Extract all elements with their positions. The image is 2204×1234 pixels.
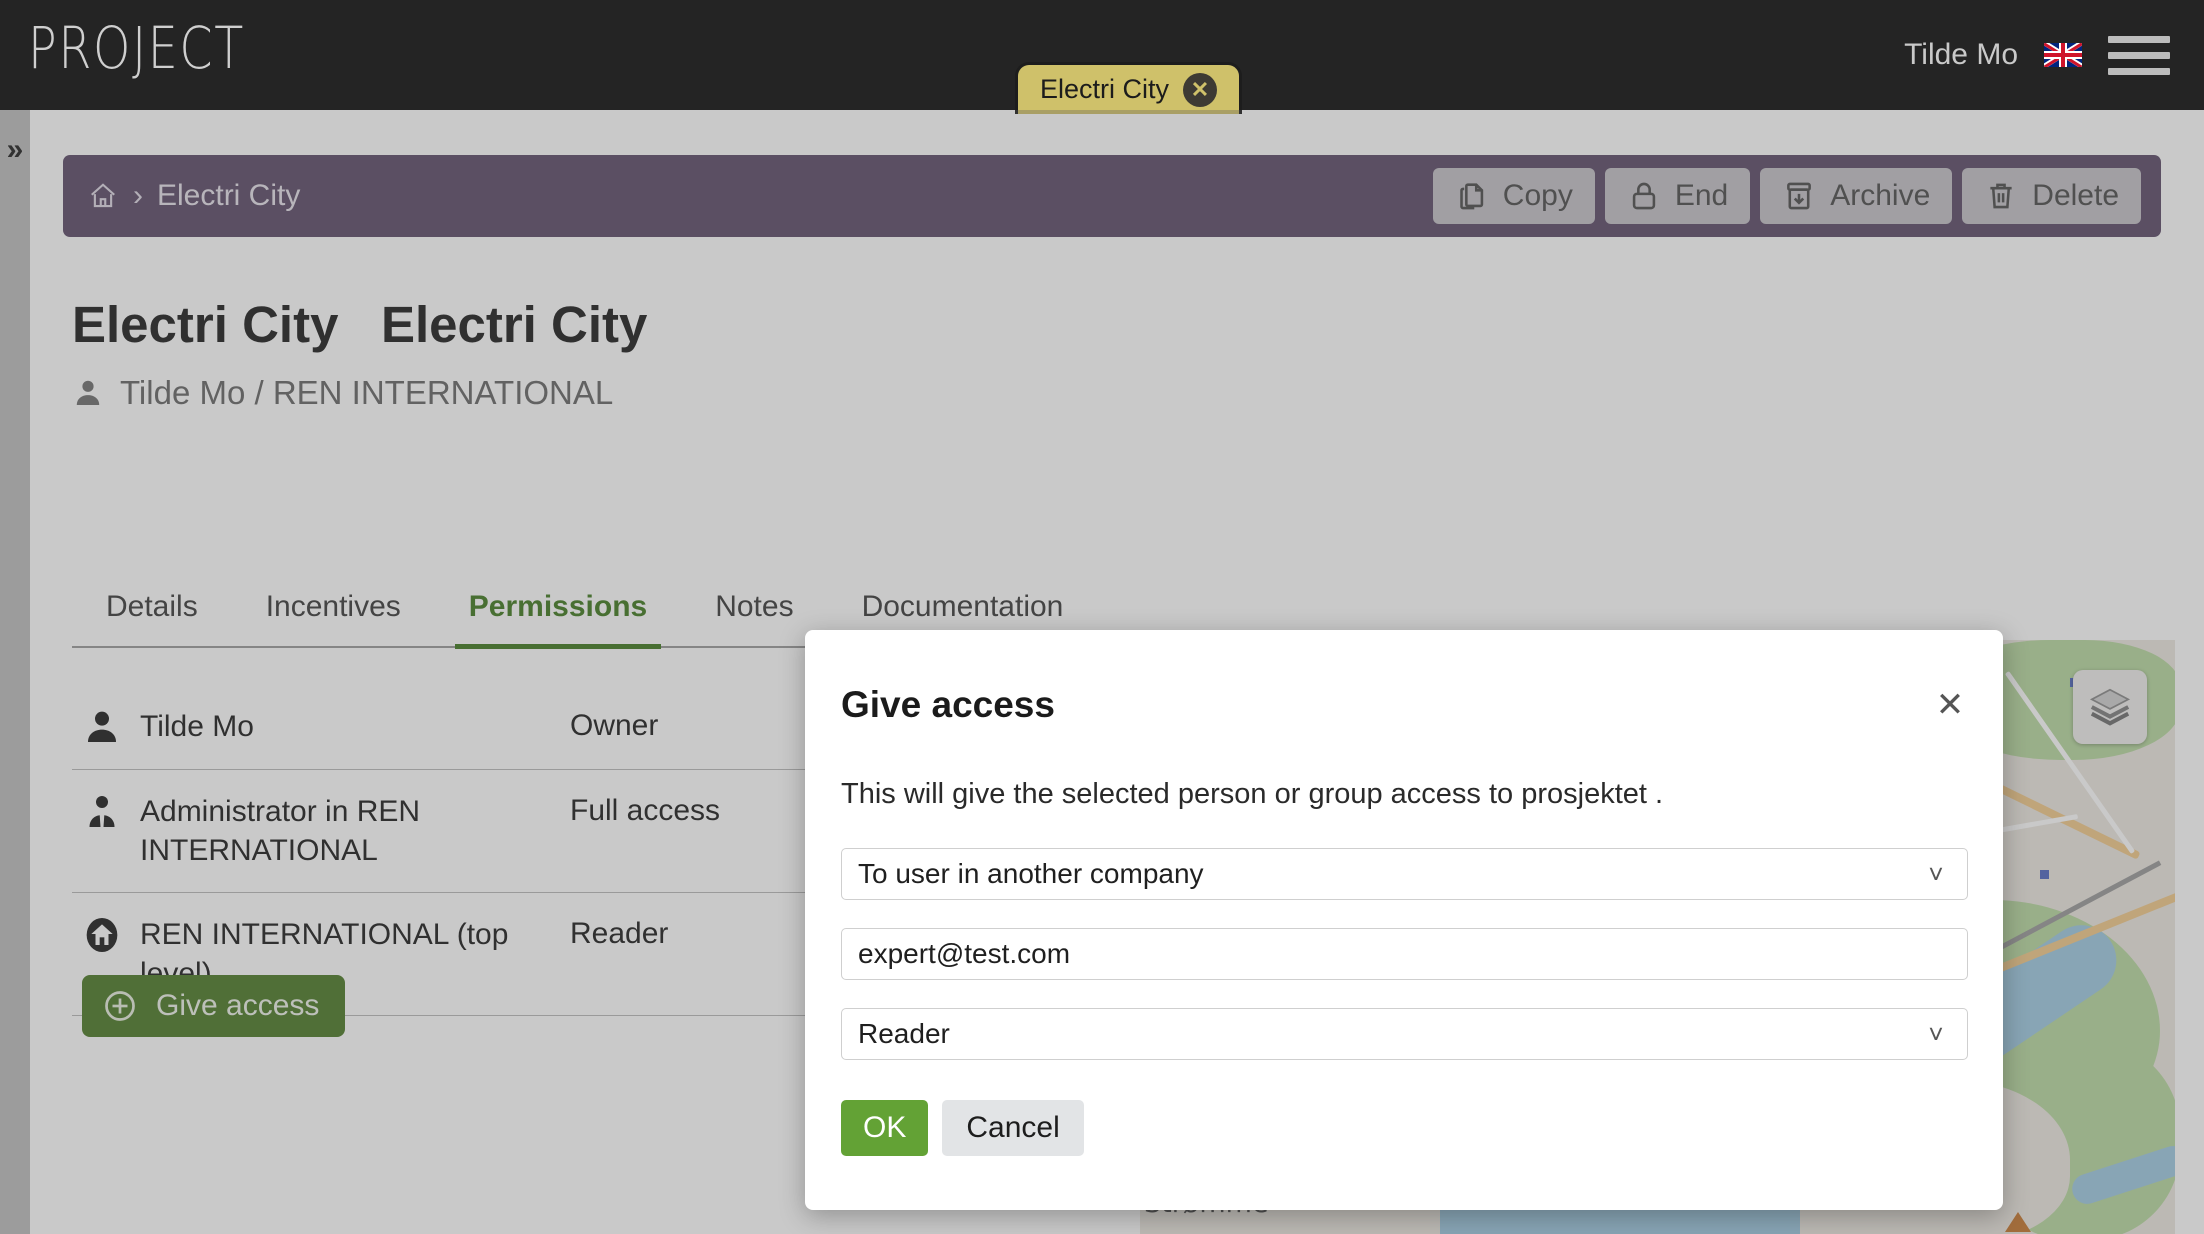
email-value: expert@test.com [858, 938, 1071, 969]
target-scope-value: To user in another company [858, 858, 1204, 889]
top-bar-right: Tilde Mo [1904, 0, 2170, 110]
dialog-title: Give access [841, 684, 1055, 725]
role-select[interactable]: Reader ˅ [841, 1008, 1968, 1060]
ok-button[interactable]: OK [841, 1100, 929, 1156]
current-user-name[interactable]: Tilde Mo [1904, 38, 2018, 72]
dialog-description: This will give the selected person or gr… [841, 778, 1664, 810]
dialog-actions: OK Cancel [841, 1100, 1084, 1156]
chevron-down-icon: ˅ [1928, 1019, 1944, 1049]
close-icon[interactable]: ✕ [1927, 682, 1973, 728]
uk-flag-icon[interactable] [2044, 43, 2082, 67]
chevron-down-icon: ˅ [1928, 859, 1944, 889]
email-field[interactable]: expert@test.com [841, 928, 1968, 980]
target-scope-select[interactable]: To user in another company ˅ [841, 848, 1968, 900]
app-brand: PROJECT [28, 14, 245, 82]
hamburger-menu-icon[interactable] [2108, 35, 2170, 75]
role-value: Reader [858, 1018, 950, 1049]
close-circle-icon[interactable]: ✕ [1183, 72, 1218, 107]
cancel-button[interactable]: Cancel [942, 1100, 1084, 1156]
open-document-tab[interactable]: Electri City ✕ [1015, 62, 1243, 114]
tab-label: Electri City [1040, 74, 1170, 104]
give-access-dialog: Give access ✕ This will give the selecte… [805, 630, 2003, 1210]
